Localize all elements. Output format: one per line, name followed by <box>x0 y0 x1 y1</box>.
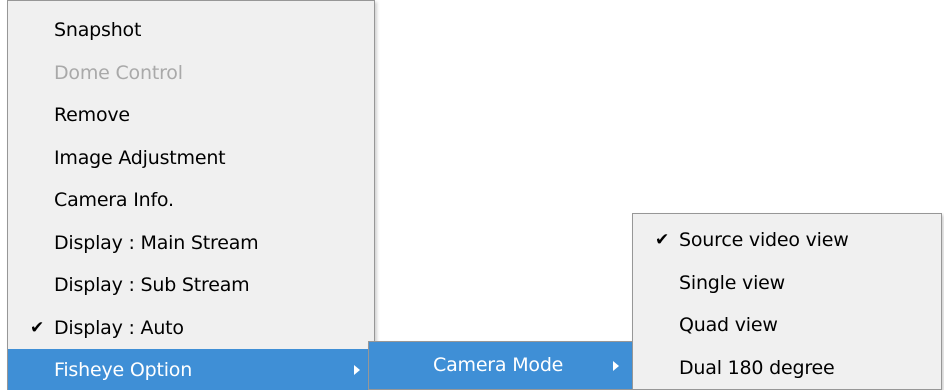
submenu-arrow-icon <box>613 360 619 371</box>
context-menu: Snapshot Dome Control Remove Image Adjus… <box>7 0 375 390</box>
menu-item-camera-info[interactable]: Camera Info. <box>8 179 374 222</box>
menu-item-single-view[interactable]: Single view <box>633 262 941 305</box>
menu-item-label: Remove <box>54 104 130 126</box>
menu-item-display-auto[interactable]: ✔ Display : Auto <box>8 307 374 350</box>
menu-item-label: Quad view <box>679 314 778 336</box>
submenu-arrow-icon <box>354 365 360 376</box>
menu-item-label: Single view <box>679 271 786 294</box>
checkmark-icon: ✔ <box>29 317 45 338</box>
menu-item-label: Snapshot <box>54 19 142 41</box>
menu-item-image-adjustment[interactable]: Image Adjustment <box>8 137 374 180</box>
menu-item-dome-control: Dome Control <box>8 52 374 95</box>
fisheye-submenu: Camera Mode <box>368 341 634 390</box>
menu-item-dual-180-degree[interactable]: Dual 180 degree <box>633 347 941 390</box>
menu-item-label: Fisheye Option <box>54 359 193 381</box>
menu-item-display-sub-stream[interactable]: Display : Sub Stream <box>8 264 374 307</box>
camera-mode-submenu: ✔ Source video view Single view Quad vie… <box>632 213 942 390</box>
menu-item-label: Source video view <box>679 229 849 251</box>
menu-item-source-video-view[interactable]: ✔ Source video view <box>633 219 941 262</box>
menu-item-label: Image Adjustment <box>54 146 226 169</box>
menu-item-label: Camera Info. <box>54 189 174 211</box>
menu-item-label: Display : Sub Stream <box>54 274 250 296</box>
menu-item-label: Camera Mode <box>433 354 564 376</box>
menu-item-quad-view[interactable]: Quad view <box>633 304 941 347</box>
menu-item-fisheye-option[interactable]: Fisheye Option <box>8 349 374 390</box>
checkmark-icon: ✔ <box>654 230 670 250</box>
menu-item-display-main-stream[interactable]: Display : Main Stream <box>8 222 374 265</box>
menu-item-label: Dual 180 degree <box>679 356 835 379</box>
menu-item-camera-mode[interactable]: Camera Mode <box>369 342 633 389</box>
menu-item-label: Display : Main Stream <box>54 231 259 254</box>
menu-item-remove[interactable]: Remove <box>8 94 374 137</box>
menu-item-label: Display : Auto <box>54 316 184 339</box>
menu-item-snapshot[interactable]: Snapshot <box>8 9 374 52</box>
menu-item-label: Dome Control <box>54 61 183 84</box>
